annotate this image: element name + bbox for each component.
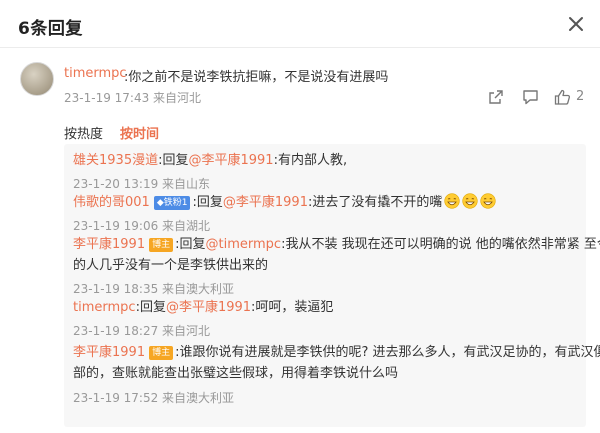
- share-button[interactable]: [488, 88, 504, 106]
- mention-link[interactable]: @李平康1991: [188, 153, 273, 168]
- reply-meta: 23-1-19 18:27 来自河北: [73, 324, 211, 338]
- reply-prefix: :回复: [158, 153, 189, 168]
- reply-username[interactable]: 雄关1935漫道: [73, 153, 158, 168]
- reply-username[interactable]: 李平康1991: [73, 345, 145, 360]
- comment-icon: [523, 90, 538, 105]
- reply-count-title: 6条回复: [18, 19, 83, 39]
- mention-link[interactable]: @李平康1991: [223, 195, 308, 210]
- grin-emoji-icon: [444, 193, 460, 209]
- main-comment-meta: 23-1-19 17:43 来自河北: [64, 91, 202, 105]
- thumb-up-icon: [554, 89, 571, 105]
- reply-meta: 23-1-19 19:06 来自湖北: [73, 219, 211, 233]
- reply-text: :呵呵，装逼犯: [251, 300, 334, 315]
- avatar[interactable]: [20, 62, 54, 96]
- reply-text-continued: 部的，查账就能查出张璧这些假球，用得着李铁说什么吗: [73, 366, 399, 381]
- reply-username[interactable]: 伟歌的哥001: [73, 195, 150, 210]
- fan-badge-diamond-icon: ◆: [156, 198, 164, 208]
- sort-by-time[interactable]: 按时间: [120, 123, 159, 142]
- reply-prefix: :回复: [135, 300, 166, 315]
- sort-by-hot[interactable]: 按热度: [64, 123, 103, 142]
- like-button[interactable]: [554, 88, 571, 106]
- grin-emoji-icon: [462, 193, 478, 209]
- main-comment-username[interactable]: timermpc: [64, 66, 127, 81]
- like-count: 2: [576, 89, 585, 104]
- reply-list: 雄关1935漫道:回复@李平康1991:有内部人教, 23-1-20 13:19…: [64, 144, 600, 427]
- main-comment-text: :你之前不是说李铁抗拒嘛，不是说没有进展吗: [124, 70, 389, 85]
- reply-text-continued: 的人几乎没有一个是李铁供出来的: [73, 258, 269, 273]
- list-item: 雄关1935漫道:回复@李平康1991:有内部人教,: [73, 152, 347, 170]
- reply-prefix: :回复: [192, 195, 223, 210]
- reply-text: :进去了没有撬不开的嘴: [307, 195, 443, 210]
- close-icon: [569, 17, 583, 31]
- reply-text: :谁跟你说有进展就是李铁供的呢? 进去那么多人，有武汉足协的，有武汉俱乐: [175, 345, 600, 360]
- fan-badge-label: 铁粉1: [163, 198, 188, 208]
- comment-button[interactable]: [522, 88, 539, 106]
- reply-meta: 23-1-19 17:52 来自澳大利亚: [73, 391, 235, 405]
- blogger-badge: 博主: [149, 346, 174, 360]
- list-item: timermpc:回复@李平康1991:呵呵，装逼犯: [73, 299, 333, 317]
- share-icon: [489, 90, 503, 104]
- list-item: 李平康1991 博主:回复@timermpc:我从不装 我现在还可以明确的说 他的…: [73, 236, 600, 254]
- list-item: 伟歌的哥001 ◆铁粉1:回复@李平康1991:进去了没有撬不开的嘴: [73, 193, 496, 212]
- grin-emoji-icon: [480, 193, 496, 209]
- reply-meta: 23-1-19 18:35 来自澳大利亚: [73, 282, 235, 296]
- mention-link[interactable]: @李平康1991: [166, 300, 251, 315]
- dialog-header: 6条回复: [0, 0, 600, 48]
- mention-link[interactable]: @timermpc: [206, 237, 282, 252]
- reply-meta: 23-1-20 13:19 来自山东: [73, 177, 211, 191]
- close-button[interactable]: [564, 12, 588, 36]
- reply-prefix: :回复: [175, 237, 206, 252]
- list-item: 李平康1991 博主:谁跟你说有进展就是李铁供的呢? 进去那么多人，有武汉足协的，…: [73, 344, 600, 362]
- blogger-badge: 博主: [149, 238, 174, 252]
- reply-username[interactable]: timermpc: [73, 300, 136, 315]
- fan-badge: ◆铁粉1: [153, 196, 191, 210]
- reply-text: :我从不装 我现在还可以明确的说 他的嘴依然非常紧 至今抓: [281, 237, 600, 252]
- reply-username[interactable]: 李平康1991: [73, 237, 145, 252]
- reply-text: :有内部人教,: [273, 153, 348, 168]
